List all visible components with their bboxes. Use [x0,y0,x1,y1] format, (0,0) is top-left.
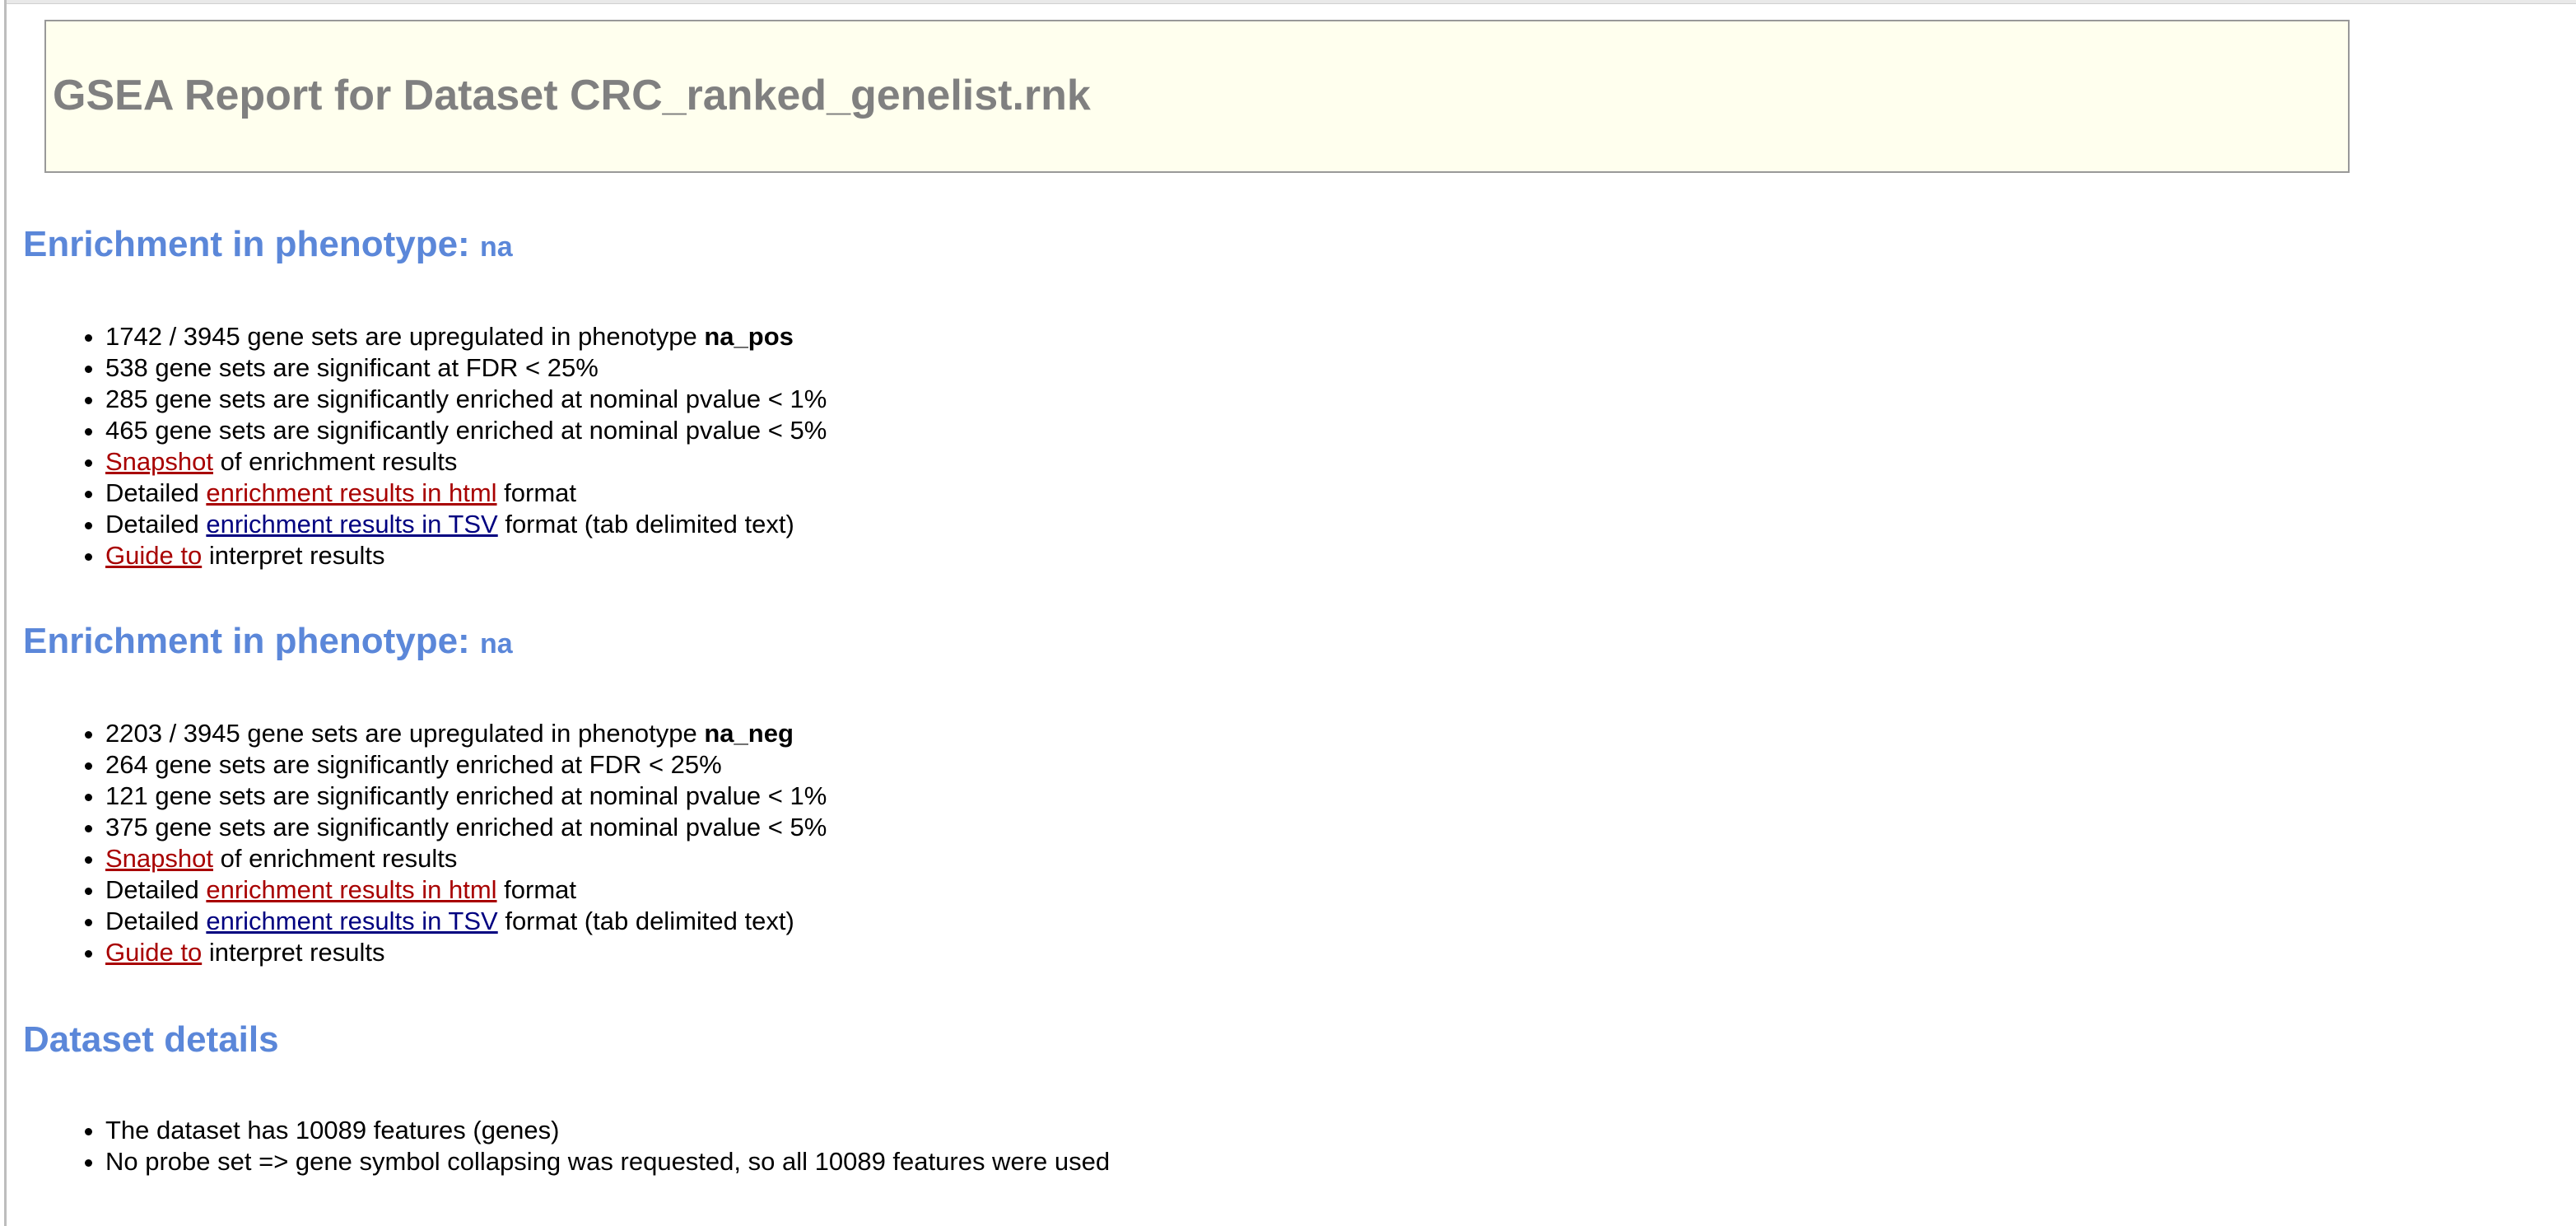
phenotype-pos-results-list: 1742 / 3945 gene sets are upregulated in… [23,321,827,571]
list-item: 1742 / 3945 gene sets are upregulated in… [105,321,827,352]
list-item: 2203 / 3945 gene sets are upregulated in… [105,718,827,749]
list-item: The dataset has 10089 features (genes) [105,1115,1110,1146]
phenotype-name: na_pos [704,322,794,351]
section-heading-label: Enrichment in phenotype: [23,621,470,661]
report-header-box: GSEA Report for Dataset CRC_ranked_genel… [44,20,2350,173]
tsv-results-link[interactable]: enrichment results in TSV [206,907,497,935]
phenotype-name: na_neg [704,719,794,748]
list-item: Guide to interpret results [105,540,827,571]
list-item: 375 gene sets are significantly enriched… [105,812,827,843]
list-item: Detailed enrichment results in html form… [105,874,827,906]
list-item: 285 gene sets are significantly enriched… [105,384,827,415]
section-heading-label: Enrichment in phenotype: [23,224,470,264]
window-top-edge [0,0,2576,4]
list-item: Snapshot of enrichment results [105,446,827,478]
list-item: 538 gene sets are significant at FDR < 2… [105,352,827,384]
html-results-link[interactable]: enrichment results in html [206,478,496,507]
window-left-edge [0,0,7,1226]
list-item: Detailed enrichment results in TSV forma… [105,509,827,540]
list-item: 121 gene sets are significantly enriched… [105,781,827,812]
list-item: Detailed enrichment results in TSV forma… [105,906,827,937]
phenotype-neg-results-list: 2203 / 3945 gene sets are upregulated in… [23,718,827,968]
report-title: GSEA Report for Dataset CRC_ranked_genel… [53,72,1091,119]
tsv-results-link[interactable]: enrichment results in TSV [206,510,497,538]
snapshot-link[interactable]: Snapshot [105,447,213,476]
list-item: No probe set => gene symbol collapsing w… [105,1146,1110,1177]
section-heading-phenotype-pos: Enrichment in phenotype: na [23,224,513,265]
html-results-link[interactable]: enrichment results in html [206,875,496,904]
dataset-details-heading: Dataset details [23,1019,279,1060]
dataset-details-list: The dataset has 10089 features (genes) N… [23,1115,1110,1177]
section-heading-phenotype-neg: Enrichment in phenotype: na [23,621,513,662]
section-heading-phenotype: na [479,628,513,660]
list-item: Guide to interpret results [105,937,827,968]
list-item: 264 gene sets are significantly enriched… [105,749,827,781]
list-item: Detailed enrichment results in html form… [105,478,827,509]
section-heading-phenotype: na [479,231,513,263]
guide-link[interactable]: Guide to [105,541,202,570]
list-item: 465 gene sets are significantly enriched… [105,415,827,446]
list-item: Snapshot of enrichment results [105,843,827,874]
guide-link[interactable]: Guide to [105,938,202,967]
snapshot-link[interactable]: Snapshot [105,844,213,873]
